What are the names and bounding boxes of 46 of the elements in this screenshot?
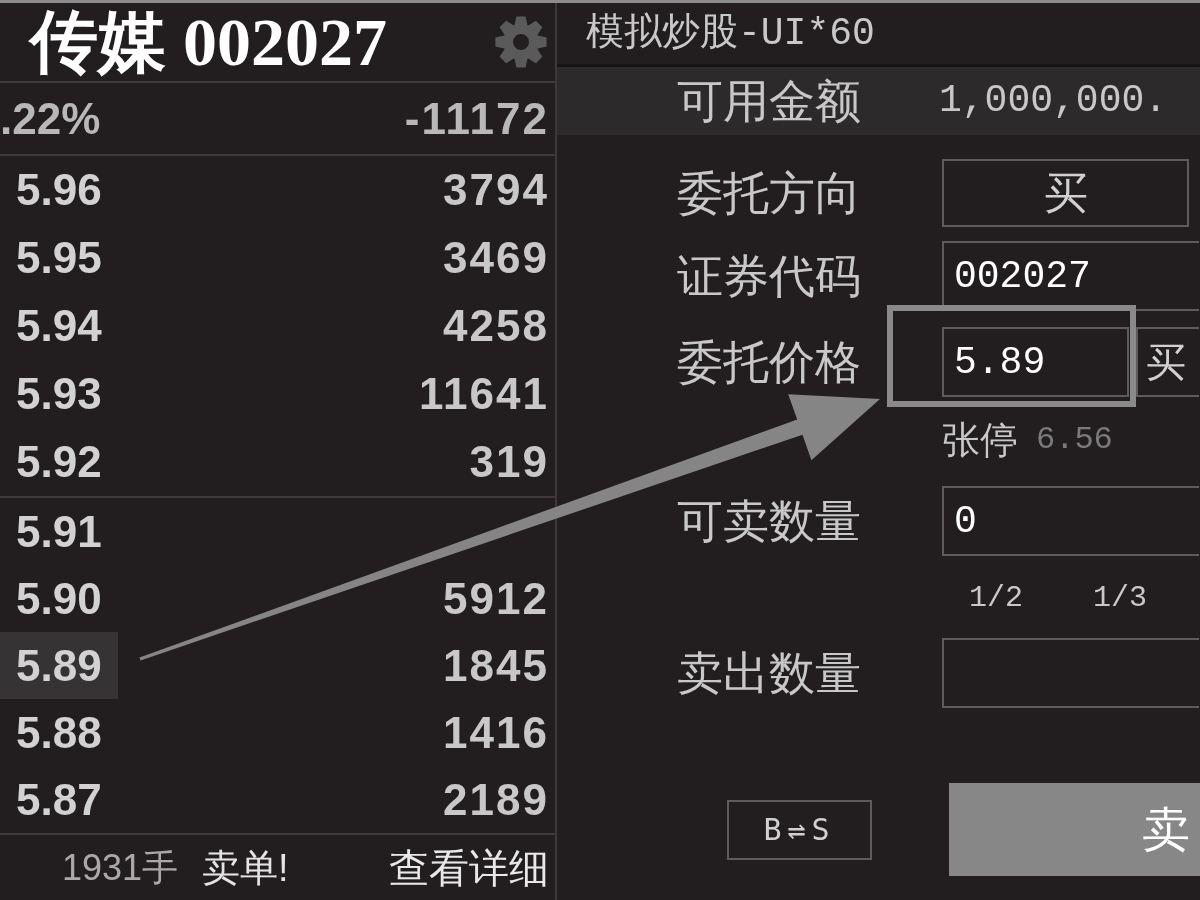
net-volume: -11172 [404,96,549,141]
form-label: 可卖数量 [677,498,862,544]
direction-button[interactable]: 买 [942,159,1189,227]
price-cell[interactable]: 5.94 [0,292,118,360]
price-cell[interactable]: 5.96 [0,156,118,224]
funds-label: 可用金额 [677,78,862,124]
change-percent: .22% [0,96,101,141]
price-cell[interactable]: 5.93 [0,360,118,428]
price-field[interactable]: 5.89 [942,327,1129,397]
trade-volume: 1931手 [62,849,179,886]
details-link[interactable]: 查看详细 [389,847,549,888]
input-field[interactable]: 0 [942,486,1199,556]
form-label: 委托方向 [677,170,862,216]
sell-button[interactable]: 卖 [949,783,1200,876]
order-type-label: 卖单! [202,848,289,887]
fraction-link[interactable]: 1/3 [1093,583,1148,613]
limit-up-value: 6.56 [1036,423,1113,456]
volume-cell-text: 319 [469,440,550,484]
price-cell[interactable]: 5.87 [0,766,118,833]
volume-cell-text: 4258 [443,304,550,348]
settings-icon[interactable] [495,16,547,68]
form-label: 证券代码 [677,253,862,299]
panel-title: 模拟炒股-UI*60 [586,14,875,53]
funds-value: 1,000,000. [939,82,1168,120]
volume-cell-text: 11641 [419,372,550,416]
volume-cell-text: 3794 [443,168,550,212]
volume-cell-text: 1416 [443,710,550,755]
price-option-field[interactable]: 买 [1136,327,1199,397]
price-cell[interactable]: 5.95 [0,224,118,292]
price-cell[interactable]: 5.88 [0,699,118,766]
volume-cell-text: 3469 [443,236,550,280]
stock-title: 传媒 002027 [30,8,387,76]
input-field[interactable]: 002027 [942,241,1199,311]
fraction-link[interactable]: 1/2 [969,583,1023,613]
price-cell[interactable]: 5.90 [0,565,118,632]
price-cell[interactable]: 5.91 [0,498,118,565]
form-label: 委托价格 [677,339,862,385]
limit-up-label: 张停 [942,420,1018,459]
swap-button[interactable]: B⇌S [727,799,872,860]
price-cell[interactable]: 5.92 [0,428,118,496]
volume-cell-text: 1845 [443,643,550,688]
volume-cell-text: 2189 [443,777,550,822]
input-field[interactable] [942,638,1199,708]
volume-cell-text: 5912 [443,576,550,621]
price-cell[interactable]: 5.89 [0,632,118,699]
form-label: 卖出数量 [677,650,862,696]
